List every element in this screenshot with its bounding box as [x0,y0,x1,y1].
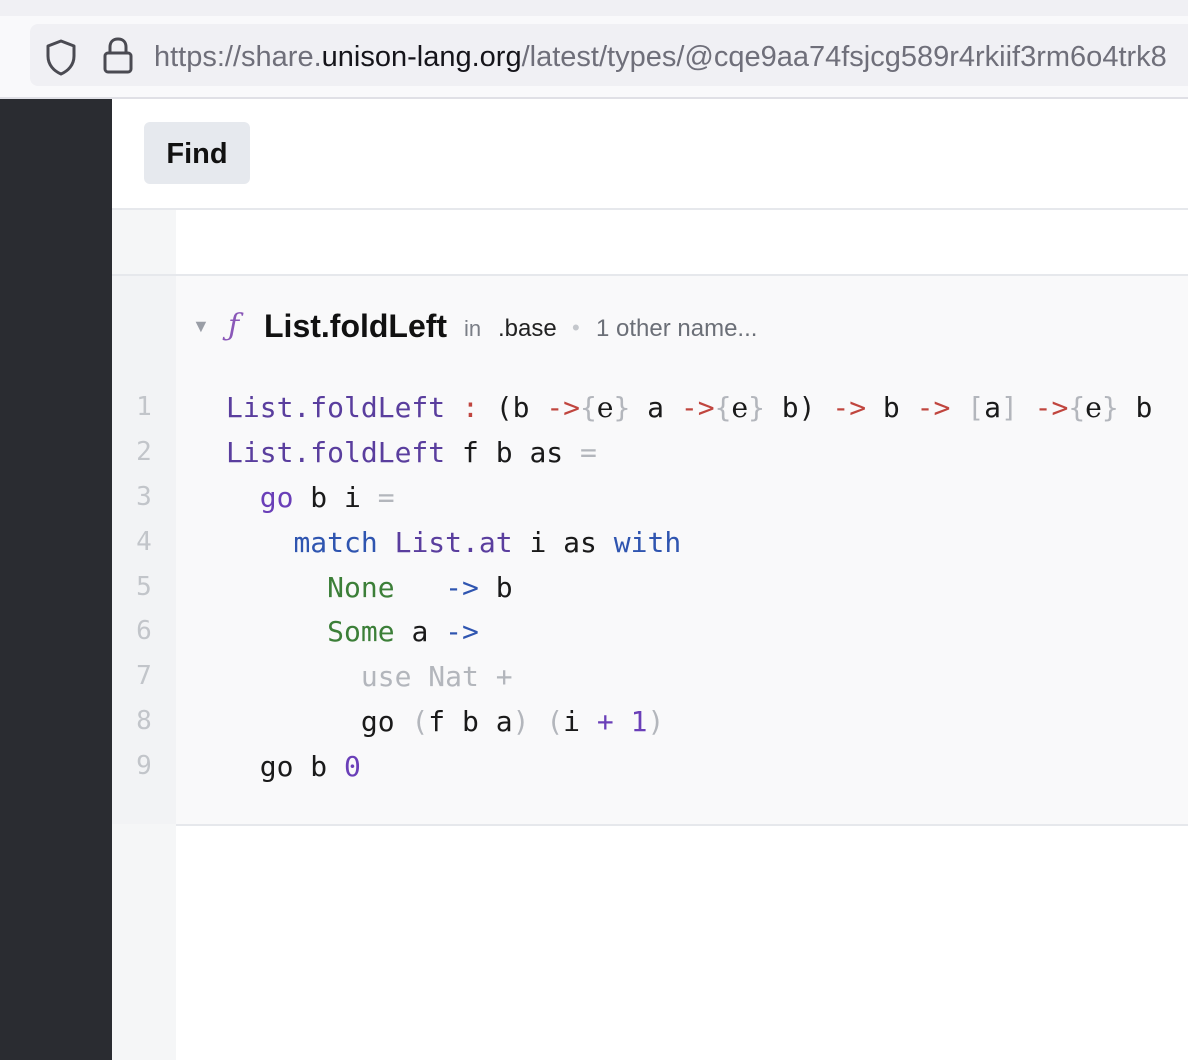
line-number: 6 [136,616,152,647]
line-number: 3 [136,481,152,512]
find-button[interactable]: Find [144,122,250,184]
sidebar [0,99,112,1060]
definition-card: ▼ ƒ List.foldLeft in .base • 1 other nam… [112,274,1188,826]
url-text[interactable]: https://share.unison-lang.org/latest/typ… [154,39,1167,75]
line-number: 9 [136,751,152,782]
code-line: 1 List.foldLeft : (b ->{e} a ->{e} b) ->… [112,386,1188,431]
code-line: 7 use Nat + [112,655,1188,700]
shield-icon[interactable] [44,38,78,76]
browser-top-strip [0,0,1188,16]
line-number: 5 [136,571,152,602]
code-text: go b i = [259,480,395,514]
code-text: match List.at i as with [293,525,682,559]
definition-name: List.foldLeft [264,308,448,344]
code-text: use Nat + [360,660,513,694]
gutter [112,210,176,274]
code-line: 2 List.foldLeft f b as = [112,431,1188,476]
url-path: /latest/types/@cqe9aa74fsjcg589r4rkiif3r… [521,41,1167,73]
code-line: 6 Some a -> [112,610,1188,655]
code-text: Some a -> [327,615,479,649]
line-number: 1 [136,392,152,422]
code-line: 9 go b 0 [112,745,1188,790]
in-label: in [464,316,482,341]
code-line: 5 None -> b [112,566,1188,611]
function-icon: ƒ [228,308,240,343]
line-number: 7 [136,661,152,692]
code-line: 8 go (f b a) (i + 1) [112,700,1188,745]
source-code: 1 List.foldLeft : (b ->{e} a ->{e} b) ->… [112,386,1188,790]
other-names-link[interactable]: 1 other name... [596,315,757,343]
namespace-label[interactable]: .base [498,315,557,343]
code-line: 4 match List.at i as with [112,521,1188,566]
collapse-caret-icon[interactable]: ▼ [192,316,210,337]
gutter [112,824,176,1060]
main-content: ▼ ƒ List.foldLeft in .base • 1 other nam… [112,210,1188,1060]
code-text: List.foldLeft : (b ->{e} a ->{e} b) -> b… [226,391,1153,424]
code-text: go (f b a) (i + 1) [226,705,665,739]
code-line: 3 go b i = [112,476,1188,521]
code-text: go b 0 [226,750,361,784]
app-header: Find [112,99,1188,210]
lock-icon[interactable] [100,36,136,76]
url-prefix: https://share. [154,41,322,73]
line-number: 2 [136,436,152,467]
code-text: List.foldLeft f b as = [226,435,597,469]
url-host: unison-lang.org [321,41,522,73]
separator-dot: • [572,315,580,340]
code-text: None -> b [327,570,513,604]
line-number: 8 [136,706,152,737]
line-number: 4 [136,526,152,557]
